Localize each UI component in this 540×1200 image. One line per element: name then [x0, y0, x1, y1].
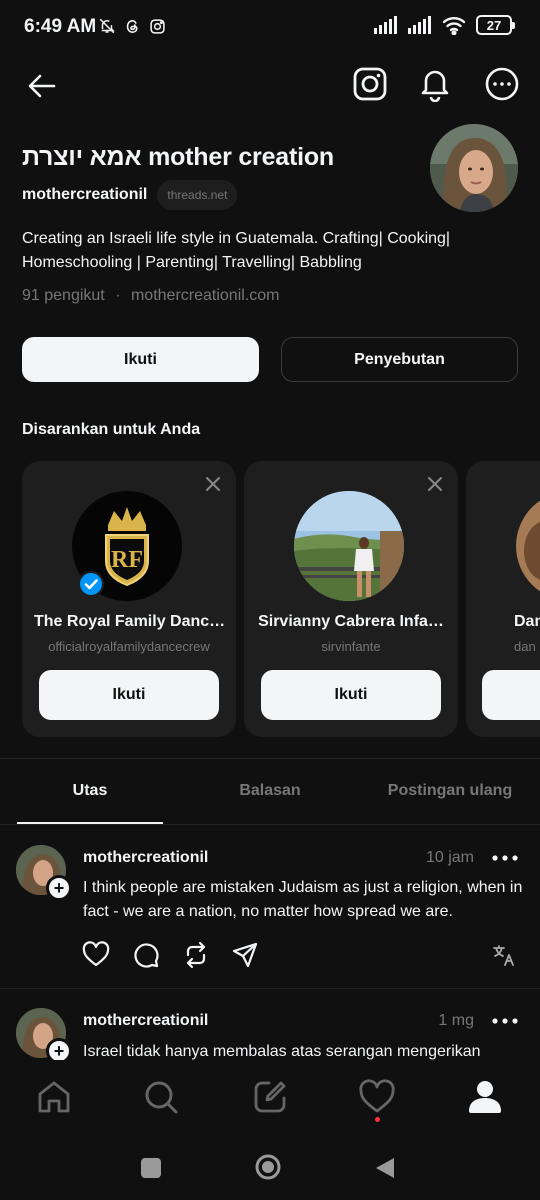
suggestion-handle: sirvinfante: [321, 639, 381, 654]
signal-icon: [374, 16, 397, 34]
suggestion-card[interactable]: Dan dan: [466, 461, 540, 737]
status-right-icons: 27: [374, 15, 515, 35]
suggestion-name[interactable]: Dan: [514, 613, 540, 631]
follow-button[interactable]: Ikuti: [22, 337, 259, 382]
tab-replies[interactable]: Balasan: [180, 782, 360, 800]
tab-reposts[interactable]: Postingan ulang: [360, 782, 540, 800]
instagram-button[interactable]: [352, 66, 388, 102]
post-time: 1 mg: [438, 1012, 474, 1029]
suggestion-follow-button[interactable]: [482, 670, 540, 720]
more-icon: [485, 67, 519, 101]
tab-threads[interactable]: Utas: [0, 782, 180, 800]
repost-icon[interactable]: [182, 941, 210, 969]
status-left-icons: [98, 17, 166, 35]
signal-icon: [408, 16, 431, 34]
heart-icon[interactable]: [82, 941, 110, 969]
suggestion-name[interactable]: The Royal Family Danc…: [22, 613, 236, 631]
suggestion-card[interactable]: Sirvianny Cabrera Infa… sirvinfante Ikut…: [244, 461, 458, 737]
royal-family-logo-text: RF: [111, 547, 143, 573]
mute-icon: [99, 18, 115, 34]
back-button[interactable]: [26, 70, 58, 102]
activity-notification-dot: [375, 1117, 380, 1122]
handle-row: mothercreationil threads.net: [22, 180, 238, 210]
back-nav-button[interactable]: [374, 1156, 396, 1180]
verified-badge-icon: [78, 571, 104, 597]
battery-icon: 27: [476, 15, 515, 35]
threads-icon: [126, 19, 138, 33]
post-divider: [0, 988, 540, 989]
notifications-button[interactable]: [417, 66, 453, 102]
profile-meta: 91 pengikut · mothercreationil.com: [22, 287, 279, 305]
profile-name: אמא יוצרת mother creation: [22, 143, 335, 171]
instagram-icon: [150, 18, 165, 34]
tabs-divider: [0, 824, 540, 825]
close-icon[interactable]: [426, 475, 444, 493]
post-more-icon[interactable]: [492, 855, 518, 861]
meta-separator: ·: [115, 287, 121, 304]
home-icon[interactable]: [35, 1078, 73, 1116]
compose-icon[interactable]: [251, 1078, 289, 1116]
post-time: 10 jam: [425, 849, 474, 866]
suggestion-handle: dan: [514, 639, 536, 654]
status-time: 6:49 AM: [24, 16, 97, 37]
profile-website-link[interactable]: mothercreationil.com: [131, 287, 280, 304]
followers-count[interactable]: 91 pengikut: [22, 287, 105, 304]
home-nav-button[interactable]: [254, 1153, 282, 1181]
comment-icon[interactable]: [132, 941, 160, 969]
post-text: Israel tidak hanya membalas atas seranga…: [83, 1043, 481, 1060]
suggestions-title: Disarankan untuk Anda: [22, 421, 201, 438]
suggestion-card[interactable]: RF The Royal Family Danc… officialroyalf…: [22, 461, 236, 737]
section-divider: [0, 758, 540, 759]
suggestion-avatar: RF: [72, 491, 182, 601]
translate-icon[interactable]: [492, 943, 516, 967]
mention-button[interactable]: Penyebutan: [281, 337, 518, 382]
suggestion-handle: officialroyalfamilydancecrew: [48, 639, 210, 654]
profile-bio: Creating an Israeli life style in Guatem…: [22, 230, 451, 271]
post-more-icon[interactable]: [492, 1018, 518, 1024]
suggestion-follow-button[interactable]: Ikuti: [261, 670, 441, 720]
share-icon[interactable]: [231, 941, 259, 969]
post-text: I think people are mistaken Judaism as j…: [83, 879, 523, 920]
profile-icon[interactable]: [466, 1078, 504, 1116]
wifi-icon: [442, 17, 466, 35]
post-handle[interactable]: mothercreationil: [83, 1012, 208, 1030]
back-arrow-icon: [28, 74, 56, 98]
bell-icon: [421, 70, 449, 102]
status-bar: 6:49 AM 27: [0, 0, 540, 56]
profile-handle: mothercreationil: [22, 186, 148, 203]
more-options-button[interactable]: [484, 66, 520, 102]
post-handle[interactable]: mothercreationil: [83, 849, 208, 867]
suggestion-name[interactable]: Sirvianny Cabrera Infa…: [244, 613, 458, 631]
activity-icon[interactable]: [358, 1078, 396, 1116]
suggestion-follow-button[interactable]: Ikuti: [39, 670, 219, 720]
follow-plus-icon[interactable]: +: [46, 875, 72, 901]
profile-avatar[interactable]: [430, 124, 518, 212]
suggestion-avatar: [294, 491, 404, 601]
recents-button[interactable]: [141, 1158, 161, 1178]
domain-badge[interactable]: threads.net: [157, 180, 238, 210]
instagram-icon: [353, 67, 387, 101]
suggestion-avatar: [516, 491, 540, 601]
search-icon[interactable]: [142, 1078, 180, 1116]
close-icon[interactable]: [204, 475, 222, 493]
